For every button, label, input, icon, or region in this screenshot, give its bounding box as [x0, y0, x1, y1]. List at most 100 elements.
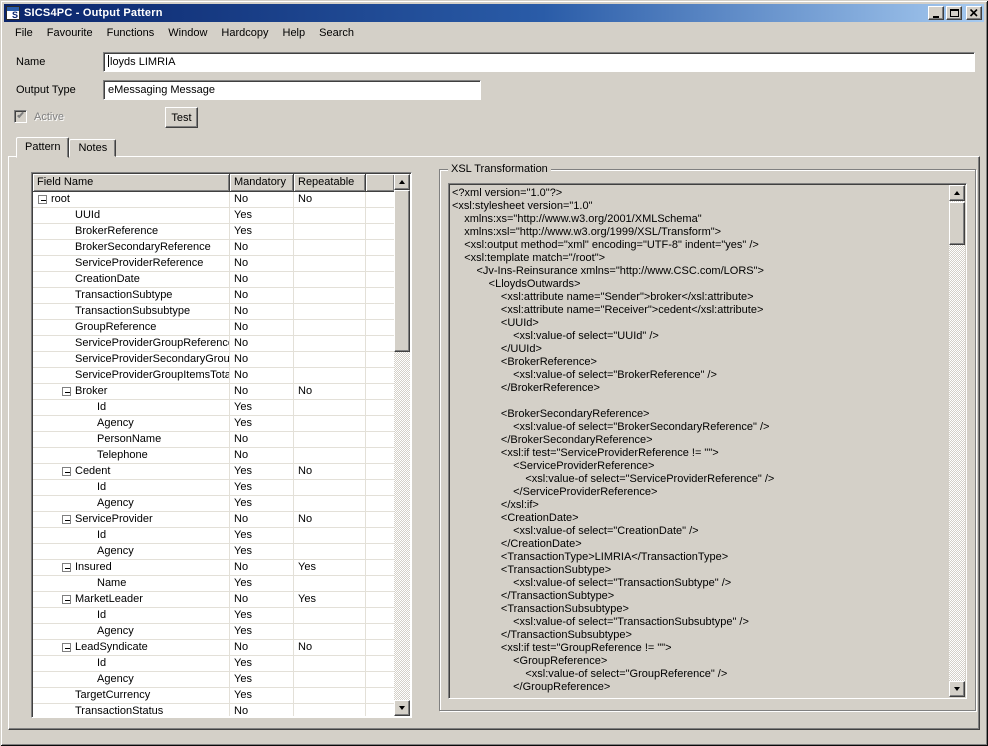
collapse-node-icon[interactable] — [62, 563, 71, 572]
table-row[interactable]: PersonNameNo — [33, 432, 394, 448]
table-row[interactable]: TargetCurrencyYes — [33, 688, 394, 704]
mandatory-cell: No — [230, 384, 294, 400]
column-header-mandatory[interactable]: Mandatory — [230, 174, 294, 192]
field-name-cell: Broker — [33, 384, 230, 400]
xsl-scrollbar-thumb[interactable] — [949, 202, 965, 245]
mandatory-cell: No — [230, 288, 294, 304]
field-name-cell: Agency — [33, 624, 230, 640]
table-row[interactable]: InsuredNoYes — [33, 560, 394, 576]
table-row[interactable]: ServiceProviderReferenceNo — [33, 256, 394, 272]
blank-cell — [366, 368, 394, 384]
table-row[interactable]: IdYes — [33, 608, 394, 624]
field-name-text: Agency — [97, 497, 134, 510]
collapse-node-icon[interactable] — [62, 387, 71, 396]
table-row[interactable]: IdYes — [33, 656, 394, 672]
pattern-table-body: rootNoNoUUIdYesBrokerReferenceYesBrokerS… — [33, 192, 394, 716]
mandatory-cell: No — [230, 304, 294, 320]
table-row[interactable]: GroupReferenceNo — [33, 320, 394, 336]
table-row[interactable]: BrokerNoNo — [33, 384, 394, 400]
table-row[interactable]: BrokerReferenceYes — [33, 224, 394, 240]
repeatable-cell — [294, 352, 366, 368]
table-row[interactable]: NameYes — [33, 576, 394, 592]
table-row[interactable]: LeadSyndicateNoNo — [33, 640, 394, 656]
table-row[interactable]: BrokerSecondaryReferenceNo — [33, 240, 394, 256]
table-row[interactable]: MarketLeaderNoYes — [33, 592, 394, 608]
table-row[interactable]: IdYes — [33, 480, 394, 496]
table-row[interactable]: CreationDateNo — [33, 272, 394, 288]
mandatory-cell: No — [230, 368, 294, 384]
table-row[interactable]: AgencyYes — [33, 544, 394, 560]
table-row[interactable]: rootNoNo — [33, 192, 394, 208]
xsl-code-line: <xsl:value-of select="BrokerSecondaryRef… — [452, 421, 946, 434]
mandatory-cell: No — [230, 640, 294, 656]
xsl-code-line: <xsl:template match="/root"> — [452, 252, 946, 265]
field-name-cell: Agency — [33, 672, 230, 688]
xsl-code-line: <xsl:attribute name="Sender">broker</xsl… — [452, 291, 946, 304]
table-scrollbar-thumb[interactable] — [394, 190, 410, 352]
table-row[interactable]: ServiceProviderGroupReferenceNo — [33, 336, 394, 352]
table-row[interactable]: IdYes — [33, 528, 394, 544]
table-row[interactable]: TelephoneNo — [33, 448, 394, 464]
table-scroll-down-button[interactable] — [394, 700, 410, 716]
table-row[interactable]: AgencyYes — [33, 416, 394, 432]
collapse-node-icon[interactable] — [62, 515, 71, 524]
table-row[interactable]: AgencyYes — [33, 624, 394, 640]
xsl-scrollbar-track[interactable] — [949, 201, 965, 681]
blank-cell — [366, 560, 394, 576]
table-row[interactable]: TransactionSubtypeNo — [33, 288, 394, 304]
table-row[interactable]: TransactionStatusNo — [33, 704, 394, 716]
test-button[interactable]: Test — [165, 107, 198, 128]
mandatory-cell: Yes — [230, 400, 294, 416]
xsl-code-line: <xsl:attribute name="Receiver">cedent</x… — [452, 304, 946, 317]
xsl-scroll-down-button[interactable] — [949, 681, 965, 697]
table-row[interactable]: UUIdYes — [33, 208, 394, 224]
repeatable-cell: Yes — [294, 592, 366, 608]
table-row[interactable]: ServiceProviderGroupItemsTotalNo — [33, 368, 394, 384]
table-row[interactable]: TransactionSubsubtypeNo — [33, 304, 394, 320]
menu-functions[interactable]: Functions — [100, 25, 162, 41]
table-scroll-up-button[interactable] — [394, 174, 410, 190]
xsl-code-line: <xsl:value-of select="ServiceProviderRef… — [452, 473, 946, 486]
tab-notes[interactable]: Notes — [69, 139, 116, 157]
xsl-code-line: <xsl:stylesheet version="1.0" — [452, 200, 946, 213]
blank-cell — [366, 192, 394, 208]
close-button[interactable] — [966, 6, 982, 20]
menu-search[interactable]: Search — [312, 25, 361, 41]
field-name-text: Agency — [97, 673, 134, 686]
collapse-node-icon[interactable] — [62, 595, 71, 604]
column-header-repeatable[interactable]: Repeatable — [294, 174, 366, 192]
column-header-field-name[interactable]: Field Name — [33, 174, 230, 192]
menu-favourite[interactable]: Favourite — [40, 25, 100, 41]
mandatory-cell: Yes — [230, 464, 294, 480]
title-bar[interactable]: S SICS4PC - Output Pattern — [4, 4, 984, 22]
menu-hardcopy[interactable]: Hardcopy — [214, 25, 275, 41]
xsl-scroll-up-button[interactable] — [949, 185, 965, 201]
repeatable-cell — [294, 400, 366, 416]
maximize-button[interactable] — [946, 6, 962, 20]
menu-help[interactable]: Help — [276, 25, 313, 41]
output-type-input[interactable]: eMessaging Message — [103, 80, 481, 100]
collapse-node-icon[interactable] — [62, 467, 71, 476]
minimize-button[interactable] — [928, 6, 944, 20]
table-row[interactable]: AgencyYes — [33, 496, 394, 512]
table-row[interactable]: ServiceProviderSecondaryGroupINo — [33, 352, 394, 368]
repeatable-cell — [294, 272, 366, 288]
column-header-blank[interactable] — [366, 174, 394, 192]
table-row[interactable]: AgencyYes — [33, 672, 394, 688]
collapse-node-icon[interactable] — [38, 195, 47, 204]
menu-window[interactable]: Window — [161, 25, 214, 41]
table-row[interactable]: ServiceProviderNoNo — [33, 512, 394, 528]
tab-pattern[interactable]: Pattern — [16, 137, 69, 158]
menu-file[interactable]: File — [8, 25, 40, 41]
field-name-text: Id — [97, 481, 106, 494]
name-input[interactable]: loyds LIMRIA — [103, 52, 975, 72]
collapse-node-icon[interactable] — [62, 643, 71, 652]
table-row[interactable]: IdYes — [33, 400, 394, 416]
xsl-transformation-editor[interactable]: <?xml version="1.0"?><xsl:stylesheet ver… — [448, 183, 967, 699]
field-name-cell: BrokerReference — [33, 224, 230, 240]
xsl-code-line: <?xml version="1.0"?> — [452, 187, 946, 200]
field-name-text: TargetCurrency — [75, 689, 150, 702]
table-row[interactable]: CedentYesNo — [33, 464, 394, 480]
active-checkbox[interactable] — [14, 110, 27, 123]
mandatory-cell: Yes — [230, 224, 294, 240]
